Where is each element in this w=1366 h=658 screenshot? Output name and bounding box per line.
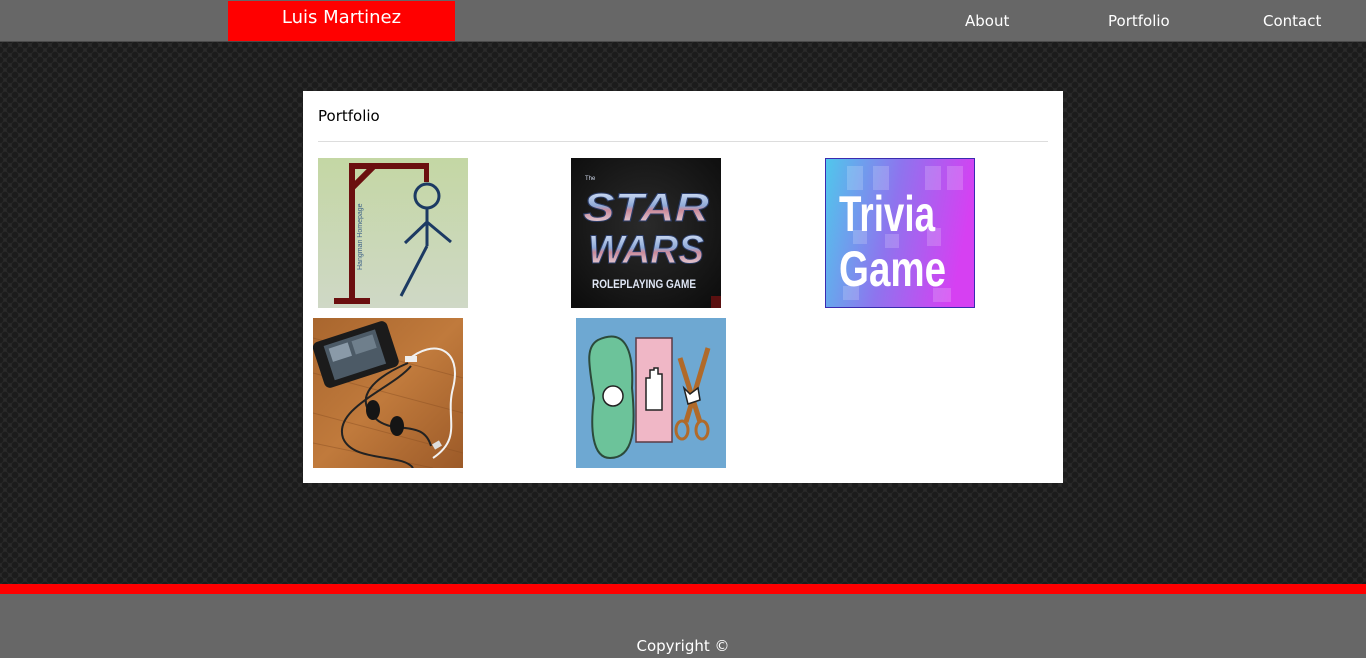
nav-link-about[interactable]: About (965, 0, 1009, 41)
rock-paper-scissors-image (576, 318, 726, 468)
hangman-image-text: Hangman Homepage (357, 203, 364, 270)
project-thumb-rock-paper-scissors[interactable] (576, 318, 726, 468)
copyright-text: Copyright © (636, 637, 730, 655)
panel-divider (318, 141, 1048, 142)
panel-heading: Portfolio (318, 107, 380, 125)
phone-earbuds-image (313, 318, 463, 468)
footer: Copyright © (0, 594, 1366, 658)
star-wars-image-the: The (585, 176, 596, 182)
star-wars-image-wars: WARS (588, 228, 704, 272)
nav-link-portfolio[interactable]: Portfolio (1108, 0, 1170, 41)
project-thumb-trivia-game[interactable]: Trivia Game (825, 158, 975, 308)
star-wars-image: The STAR WARS ROLEPLAYING GAME (571, 158, 721, 308)
project-thumb-hangman[interactable]: Hangman Homepage (318, 158, 468, 308)
nav-link-contact[interactable]: Contact (1263, 0, 1321, 41)
footer-accent-stripe (0, 584, 1366, 594)
star-wars-image-subtitle: ROLEPLAYING GAME (592, 277, 696, 291)
star-wars-image-star: STAR (583, 186, 709, 230)
brand-link[interactable]: Luis Martinez (228, 1, 455, 41)
project-thumb-music-player[interactable] (313, 318, 463, 468)
trivia-game-image-line1: Trivia (839, 186, 936, 242)
trivia-game-image: Trivia Game (825, 158, 975, 308)
trivia-game-image-line2: Game (839, 241, 946, 297)
top-navbar: Luis Martinez About Portfolio Contact (0, 0, 1366, 42)
project-thumb-star-wars[interactable]: The STAR WARS ROLEPLAYING GAME (571, 158, 721, 308)
portfolio-panel: Portfolio Hangman Homepage The STAR WARS… (303, 91, 1063, 483)
hangman-image: Hangman Homepage (318, 158, 468, 308)
